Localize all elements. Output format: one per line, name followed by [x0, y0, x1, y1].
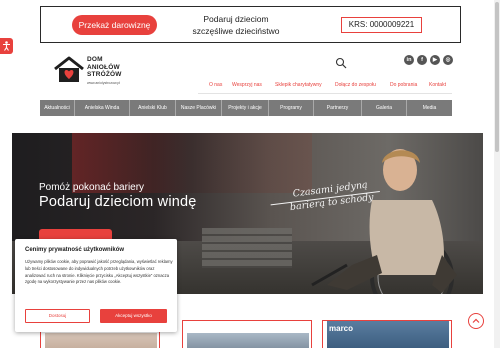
nav-item-aktualnosci[interactable]: Aktualności: [40, 100, 75, 116]
banner-message: Podaruj dzieciom szczęśliwe dzieciństwo: [192, 14, 280, 36]
krs-number: KRS: 0000009221: [341, 17, 422, 33]
accessibility-button[interactable]: [0, 38, 13, 54]
nav-item-projekty[interactable]: Projekty i akcje: [222, 100, 269, 116]
logo-url: www.aniolystrozow.pl: [87, 81, 121, 85]
cookie-customize-button[interactable]: Dostosuj: [25, 309, 90, 323]
accessibility-icon: [3, 41, 10, 51]
news-card-3[interactable]: marco: [322, 320, 452, 348]
scrollbar-thumb[interactable]: [495, 2, 499, 152]
news-card-image: [45, 333, 157, 348]
nav-link-do-pobrania[interactable]: Do pobrania: [390, 82, 417, 88]
site-logo[interactable]: DOM ANIOŁÓW STRÓŻÓW www.aniolystrozow.pl: [53, 54, 133, 94]
nav-link-sklepik[interactable]: Sklepik charytatywny: [275, 82, 322, 88]
nav-link-wesprzyj[interactable]: Wesprzyj nas: [232, 82, 262, 88]
cookie-body: Używamy plików cookie, aby poprawić jako…: [25, 259, 173, 285]
logo-text: DOM ANIOŁÓW STRÓŻÓW: [87, 56, 122, 79]
nav-link-o-nas[interactable]: O nas: [209, 82, 222, 88]
house-heart-logo-icon: [54, 56, 84, 82]
facebook-icon[interactable]: f: [417, 55, 427, 65]
nav-link-dolacz[interactable]: Dołącz do zespołu: [335, 82, 376, 88]
nav-link-kontakt[interactable]: Kontakt: [429, 82, 446, 88]
linkedin-icon[interactable]: in: [404, 55, 414, 65]
boy-in-wheelchair-image: [311, 149, 457, 294]
search-button[interactable]: [335, 56, 347, 69]
logo-line-3: STRÓŻÓW: [87, 71, 122, 78]
nav-item-partnerzy[interactable]: Partnerzy: [314, 100, 362, 116]
cookie-accept-all-button[interactable]: Akceptuj wszystko: [100, 309, 167, 323]
nav-item-nasze-placowki[interactable]: Nasze Placówki: [176, 100, 222, 116]
logo-line-2: ANIOŁÓW: [87, 63, 120, 71]
hero-title: Podaruj dzieciom windę: [39, 194, 197, 210]
news-card-image: [187, 333, 309, 348]
cookie-consent-dialog: Cenimy prywatność użytkowników Używamy p…: [15, 239, 177, 332]
page-scrollbar[interactable]: [494, 0, 500, 348]
instagram-icon[interactable]: ◎: [443, 55, 453, 65]
search-icon: [335, 57, 347, 69]
nav-divider: [198, 93, 452, 94]
nav-item-anielska-winda[interactable]: Anielska Winda: [75, 100, 130, 116]
donation-banner: Przekaż darowiznę Podaruj dzieciom szczę…: [40, 6, 461, 43]
main-nav: Aktualności Anielska Winda Anielski Klub…: [40, 100, 452, 116]
news-card-label: marco: [329, 324, 354, 333]
scroll-to-top-button[interactable]: [468, 313, 484, 329]
donate-button[interactable]: Przekaż darowiznę: [72, 15, 157, 35]
nav-item-media[interactable]: Media: [407, 100, 452, 116]
nav-item-galeria[interactable]: Galeria: [362, 100, 407, 116]
hero-subtitle: Pomóż pokonać bariery: [39, 182, 145, 193]
logo-line-1: DOM: [87, 56, 103, 63]
cookie-title: Cenimy prywatność użytkowników: [25, 247, 125, 253]
nav-item-programy[interactable]: Programy: [269, 100, 314, 116]
news-card-2[interactable]: [182, 320, 312, 348]
youtube-icon[interactable]: ▶: [430, 55, 440, 65]
chevron-up-icon: [472, 318, 480, 323]
nav-item-anielski-klub[interactable]: Anielski Klub: [130, 100, 176, 116]
hero-stairs-background: [202, 228, 292, 268]
